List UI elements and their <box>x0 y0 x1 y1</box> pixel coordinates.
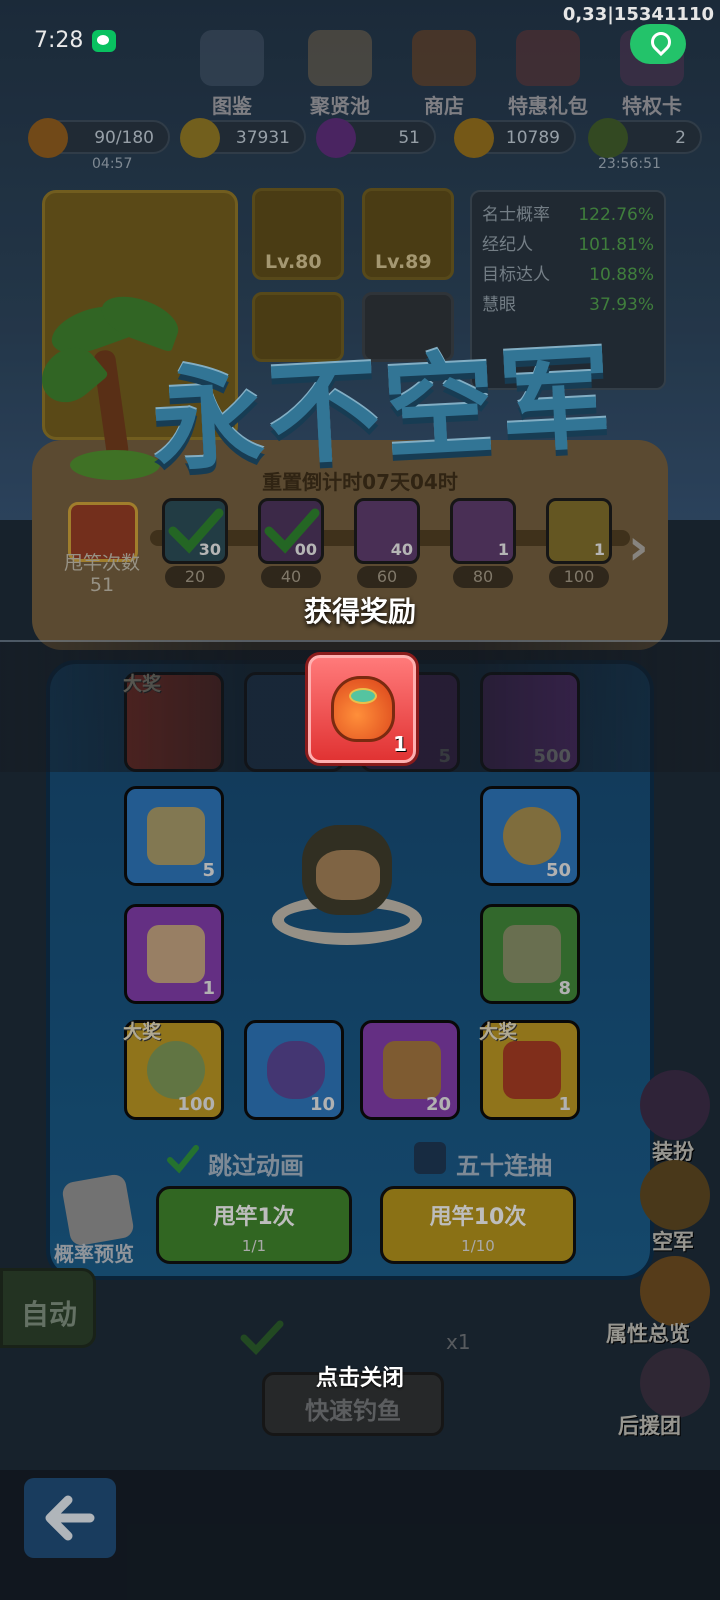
clock: 7:28 <box>34 28 84 53</box>
status-bar: 7:28 0,33|15341110 <box>0 0 720 86</box>
reward-title: 获得奖励 <box>303 595 416 628</box>
jade-knot-icon <box>349 688 377 704</box>
tap-to-close-hint[interactable]: 点击关闭 <box>0 1360 720 1392</box>
lucky-bag-icon <box>331 676 395 742</box>
location-icon[interactable] <box>630 24 686 64</box>
reward-item-lucky-bag[interactable]: 1 <box>308 655 416 763</box>
reward-quantity: 1 <box>393 732 407 756</box>
wechat-icon <box>92 30 116 52</box>
coordinate-readout: 0,33|15341110 <box>562 4 714 25</box>
